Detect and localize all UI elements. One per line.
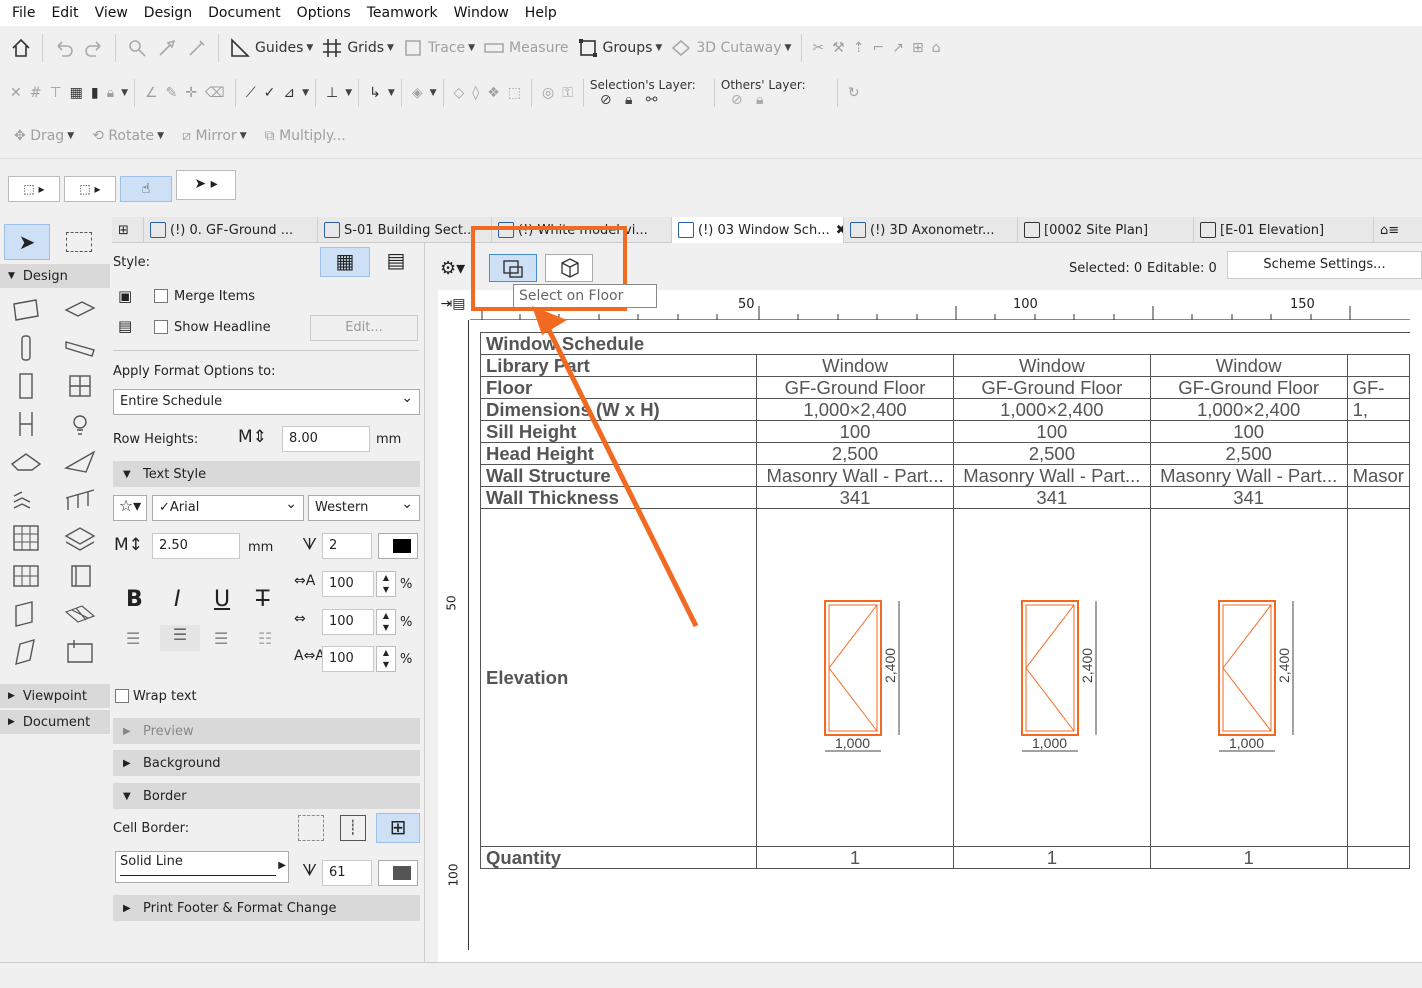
arrow-shaft (542, 320, 699, 628)
annotation-arrow (532, 306, 699, 628)
